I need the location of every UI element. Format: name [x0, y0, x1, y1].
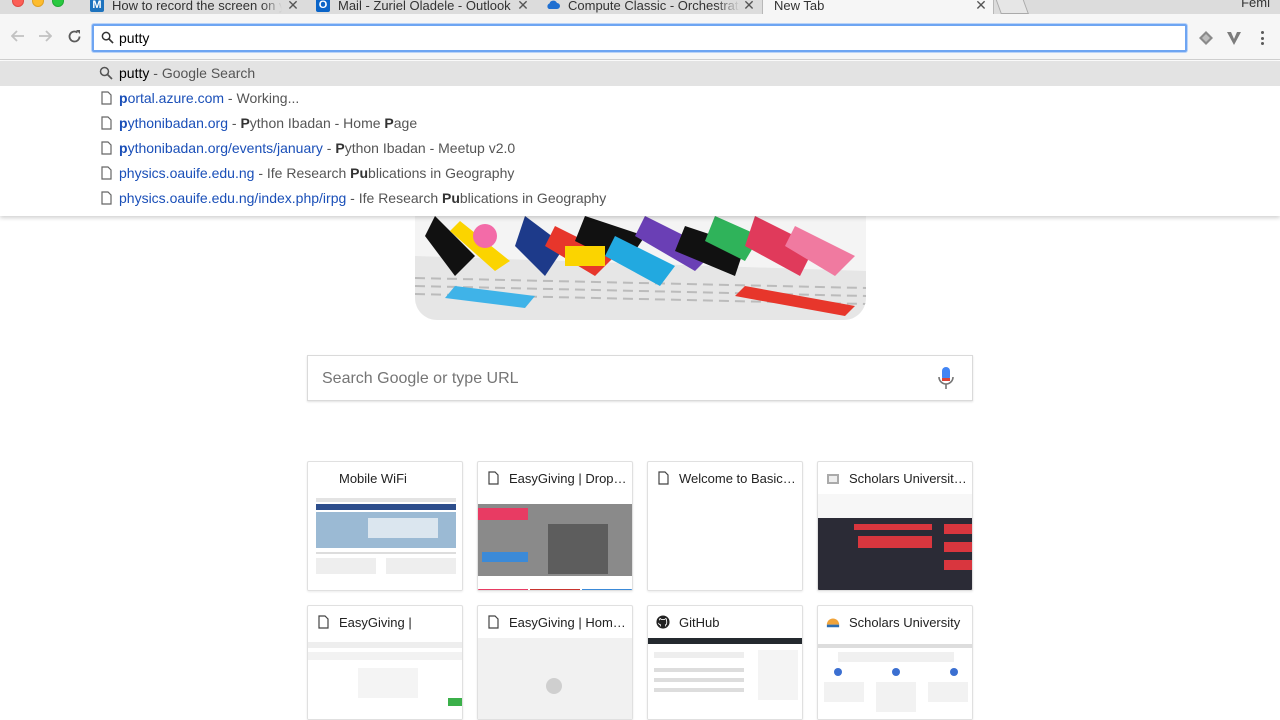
reload-button[interactable] [64, 26, 84, 46]
tile-title: EasyGiving | Home Page [509, 614, 629, 630]
search-placeholder: Search Google or type URL [322, 370, 519, 387]
tile-title: Mobile WiFi [339, 470, 407, 486]
most-visited-tile[interactable]: EasyGiving | Home Page [477, 605, 633, 720]
suggestion-url: physics.oauife.edu.ng [119, 165, 255, 181]
most-visited-tile[interactable]: EasyGiving | Drops of Kindness [477, 461, 633, 591]
arrow-left-icon [11, 30, 24, 42]
google-doodle[interactable] [415, 216, 866, 320]
tab-outlook[interactable]: O Mail - Zuriel Oladele - Outlook ✕ [316, 0, 530, 14]
close-window-button[interactable] [12, 0, 24, 7]
extension-diamond-icon[interactable] [1198, 30, 1214, 46]
suggestion-desc: blications in Geography [459, 190, 607, 206]
omnibox-input[interactable] [119, 26, 1169, 50]
suggestion-desc: Working... [236, 90, 300, 106]
omnibox[interactable] [92, 24, 1187, 52]
microphone-icon[interactable] [938, 366, 954, 390]
tile-title: Scholars University: Home [849, 470, 969, 486]
tab-title: New Tab [774, 0, 825, 13]
github-icon [656, 615, 670, 629]
page-icon [318, 615, 329, 629]
suggestion-row[interactable]: physics.oauife.edu.ng/index.php/irpg - I… [0, 186, 1280, 211]
most-visited-tile[interactable]: GitHub [647, 605, 803, 720]
tile-thumbnail [308, 494, 462, 590]
google-search-box[interactable]: Search Google or type URL [307, 355, 973, 401]
tab-strip: M How to record the screen on y ✕ O Mail… [0, 0, 1280, 14]
suggestion-desc: ython Ibadan - Meetup v2.0 [344, 140, 516, 156]
tab-new-tab[interactable]: New Tab ✕ [758, 0, 988, 14]
menu-icon[interactable] [1254, 29, 1270, 47]
suggestion-query: putty [119, 65, 150, 81]
suggestion-url: ythonibadan.org/events/january [127, 140, 323, 156]
suggestion-url: ythonibadan.org [127, 115, 228, 131]
tile-thumbnail [818, 638, 972, 719]
suggestion-row[interactable]: putty - Google Search [0, 61, 1280, 86]
minimize-window-button[interactable] [32, 0, 44, 7]
omnibox-suggestions: putty - Google Search portal.azure.com -… [0, 61, 1280, 216]
tile-title: EasyGiving | Drops of Kindness [509, 470, 629, 486]
tile-thumbnail [648, 494, 802, 590]
most-visited-tile[interactable]: Scholars University: Home [817, 461, 973, 591]
tile-thumbnail [648, 638, 802, 719]
suggestion-url: ortal.azure.com [127, 90, 225, 106]
medium-icon: M [90, 0, 104, 12]
close-icon[interactable]: ✕ [742, 0, 756, 14]
page-icon [101, 166, 112, 180]
back-button[interactable] [8, 26, 28, 46]
most-visited-tile[interactable]: Mobile WiFi [307, 461, 463, 591]
toolbar [0, 14, 1280, 60]
scholars-icon [826, 618, 840, 628]
page-icon [101, 141, 112, 155]
suggestion-row[interactable]: pythonibadan.org/events/january - Python… [0, 136, 1280, 161]
suggestion-desc: blications in Geography [368, 165, 515, 181]
zoom-window-button[interactable] [52, 0, 64, 7]
page-icon [101, 91, 112, 105]
tile-title: EasyGiving | [339, 614, 412, 630]
most-visited-tile[interactable]: Welcome to Basic Tutorials [647, 461, 803, 591]
tile-thumbnail [478, 638, 632, 719]
tile-thumbnail [478, 494, 632, 590]
close-icon[interactable]: ✕ [286, 0, 300, 14]
cloud-icon [546, 0, 560, 12]
most-visited-tile[interactable]: EasyGiving | [307, 605, 463, 720]
new-tab-button[interactable] [995, 0, 1029, 14]
page-icon [488, 471, 499, 485]
tile-title: Welcome to Basic Tutorials [679, 470, 799, 486]
suggestion-row[interactable]: physics.oauife.edu.ng - Ife Research Pub… [0, 161, 1280, 186]
suggestion-row[interactable]: portal.azure.com - Working... [0, 86, 1280, 111]
tab-title: Compute Classic - Orchestrati [568, 0, 740, 13]
page-icon [101, 191, 112, 205]
forward-button[interactable] [35, 26, 55, 46]
most-visited-tile[interactable]: Scholars University [817, 605, 973, 720]
tile-title: GitHub [679, 614, 720, 630]
tile-thumbnail [308, 638, 462, 719]
tab-title: How to record the screen on y [112, 0, 282, 13]
close-icon[interactable]: ✕ [974, 0, 988, 14]
tab-medium[interactable]: M How to record the screen on y ✕ [90, 0, 300, 14]
profile-name[interactable]: Femi [1241, 0, 1270, 10]
tile-title: Scholars University [849, 614, 961, 630]
tab-compute-classic[interactable]: Compute Classic - Orchestrati ✕ [546, 0, 756, 14]
arrow-right-icon [39, 30, 52, 42]
page-icon [488, 615, 499, 629]
scholars-icon [827, 474, 839, 484]
search-icon [101, 31, 114, 44]
tab-title: Mail - Zuriel Oladele - Outlook [338, 0, 511, 13]
page-icon [658, 471, 669, 485]
page-icon [101, 116, 112, 130]
suggestion-row[interactable]: pythonibadan.org - Python Ibadan - Home … [0, 111, 1280, 136]
outlook-icon: O [316, 0, 330, 12]
search-icon [99, 66, 113, 80]
reload-icon [68, 29, 80, 42]
suggestion-url: physics.oauife.edu.ng/index.php/irpg [119, 190, 347, 206]
suggestion-desc: Google Search [161, 65, 256, 81]
close-icon[interactable]: ✕ [516, 0, 530, 14]
suggestion-desc: ython Ibadan - Home [249, 115, 385, 131]
extension-v-icon[interactable] [1226, 30, 1242, 46]
tile-thumbnail [818, 494, 972, 590]
